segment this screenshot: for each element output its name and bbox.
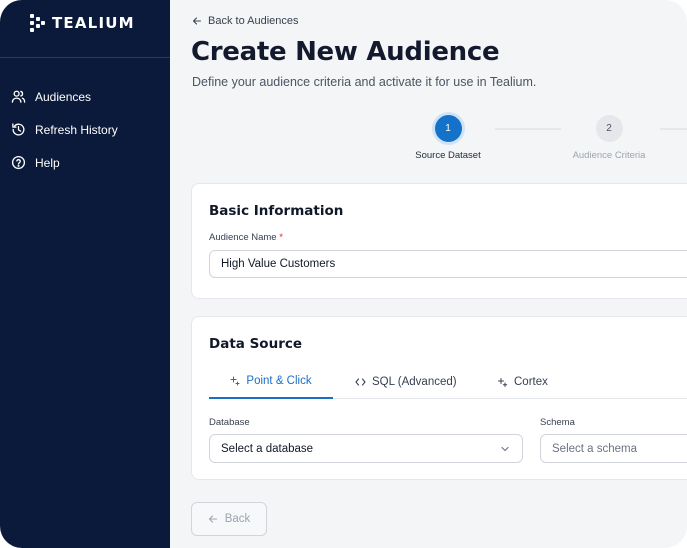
back-link-label: Back to Audiences [208, 15, 299, 27]
select-value: Select a database [221, 442, 314, 455]
card-title: Basic Information [209, 203, 344, 219]
step-number: 2 [595, 115, 623, 142]
audience-name-label: Audience Name * [209, 232, 283, 243]
step-audience-criteria[interactable]: 2 Audience Criteria [559, 115, 659, 161]
tab-label: SQL (Advanced) [372, 376, 457, 388]
field-label-text: Audience Name [209, 232, 277, 243]
arrow-left-icon [208, 515, 217, 523]
history-icon [12, 123, 25, 136]
audience-name-input[interactable] [209, 250, 687, 278]
sidebar-nav: Audiences Refresh History Help [0, 80, 170, 179]
sidebar-item-help[interactable]: Help [0, 146, 170, 179]
sidebar-divider [0, 57, 170, 58]
schema-select[interactable]: Select a schema [540, 434, 687, 463]
schema-label: Schema [540, 417, 575, 428]
tab-point-and-click[interactable]: Point & Click [209, 365, 333, 399]
chevron-down-icon [501, 446, 509, 452]
sidebar-item-label: Help [35, 155, 60, 170]
database-select[interactable]: Select a database [209, 434, 523, 463]
tealium-logo-icon [30, 14, 46, 32]
required-indicator: * [279, 232, 283, 243]
main-content: Back to Audiences Create New Audience De… [170, 0, 687, 548]
back-button-label: Back [224, 513, 251, 525]
tab-sql-advanced[interactable]: SQL (Advanced) [355, 365, 457, 399]
help-circle-icon [11, 155, 26, 170]
step-connector [660, 128, 687, 130]
arrow-left-icon [192, 17, 202, 25]
data-source-card: Data Source Point & Click SQL (Advanced) [191, 316, 687, 480]
sparkle-icon [230, 376, 240, 386]
database-label: Database [209, 417, 250, 428]
step-label: Source Dataset [415, 150, 481, 161]
sidebar-item-label: Audiences [35, 89, 92, 104]
code-icon [355, 378, 366, 386]
page-title: Create New Audience [191, 37, 500, 67]
brand-name: TEALIUM [52, 14, 135, 32]
sidebar-item-refresh-history[interactable]: Refresh History [0, 113, 170, 146]
page-subtitle: Define your audience criteria and activa… [192, 75, 537, 89]
step-label: Audience Criteria [572, 150, 646, 161]
tab-cortex[interactable]: Cortex [497, 365, 548, 399]
data-source-tabs: Point & Click SQL (Advanced) Cortex [209, 365, 687, 399]
step-number: 1 [434, 115, 462, 142]
users-icon [11, 90, 26, 103]
step-source-dataset[interactable]: 1 Source Dataset [403, 115, 493, 161]
basic-information-card: Basic Information Audience Name * [191, 183, 687, 299]
sidebar-item-audiences[interactable]: Audiences [0, 80, 170, 113]
brand-logo[interactable]: TEALIUM [30, 12, 135, 34]
tab-label: Cortex [514, 376, 548, 388]
back-to-audiences-link[interactable]: Back to Audiences [192, 15, 299, 27]
sparkle-icon [498, 377, 508, 387]
back-button[interactable]: Back [191, 502, 267, 536]
tab-label: Point & Click [246, 375, 312, 387]
sidebar: TEALIUM Audiences Refresh History Help [0, 0, 170, 548]
select-value: Select a schema [552, 442, 638, 455]
step-connector [495, 128, 561, 130]
app-window: TEALIUM Audiences Refresh History Help B… [0, 0, 687, 548]
card-title: Data Source [209, 336, 303, 352]
sidebar-item-label: Refresh History [35, 122, 118, 137]
